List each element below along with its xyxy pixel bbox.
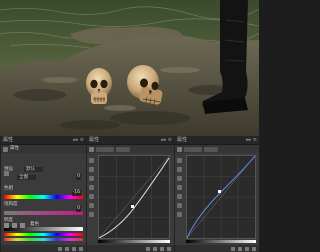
visibility-icon[interactable] xyxy=(238,246,242,251)
hue-value[interactable]: 0 xyxy=(76,174,81,180)
clipping-warning-icon[interactable] xyxy=(89,212,94,217)
panel-footer xyxy=(1,245,86,252)
reset-icon[interactable] xyxy=(72,246,76,251)
smooth-icon[interactable] xyxy=(177,176,182,181)
eyedropper-icon[interactable] xyxy=(177,185,182,190)
trash-icon[interactable] xyxy=(167,246,171,251)
panel-toolbar xyxy=(175,145,259,153)
channel-select[interactable] xyxy=(204,146,218,152)
adjustment-name: 属性 xyxy=(10,146,19,151)
input-gradient xyxy=(98,240,170,243)
eyedropper-icon[interactable] xyxy=(177,203,182,208)
trash-icon[interactable] xyxy=(79,246,83,251)
curve-graph[interactable] xyxy=(186,155,256,239)
eyedropper-icon[interactable] xyxy=(89,194,94,199)
eyedropper-row: 着色 xyxy=(4,222,83,228)
curves-panel-1: 属性 ▸▸ ≡ xyxy=(86,136,174,252)
input-gradient xyxy=(186,240,256,243)
curve-tools xyxy=(89,158,95,217)
eyedropper-icon[interactable] xyxy=(177,194,182,199)
trash-icon[interactable] xyxy=(252,246,256,251)
clip-icon[interactable] xyxy=(231,246,235,251)
panel-footer xyxy=(175,245,259,252)
point-edit-icon[interactable] xyxy=(89,158,94,163)
color-bar-source xyxy=(4,233,83,236)
clip-icon[interactable] xyxy=(146,246,150,251)
curves-icon xyxy=(177,146,182,152)
preset-select[interactable] xyxy=(184,146,202,152)
panel-title: 属性 xyxy=(177,136,188,143)
curve-point xyxy=(131,205,134,208)
curve-point xyxy=(218,190,221,193)
clip-icon[interactable] xyxy=(58,246,62,251)
color-bars xyxy=(4,233,83,241)
panel-header[interactable]: 属性 ▸▸ ≡ xyxy=(1,136,86,145)
point-edit-icon[interactable] xyxy=(177,158,182,163)
curve-graph[interactable] xyxy=(98,155,170,239)
clipping-warning-icon[interactable] xyxy=(177,212,182,217)
color-bar-result xyxy=(4,238,83,241)
pencil-icon[interactable] xyxy=(177,167,182,172)
panel-title: 属性 xyxy=(89,136,100,143)
panel-toolbar xyxy=(87,145,174,153)
smooth-icon[interactable] xyxy=(89,176,94,181)
visibility-icon[interactable] xyxy=(153,246,157,251)
hue-saturation-panel: 属性 ▸▸ ≡ 属性 预设 默认 全图 色相 0 饱和度 -16 明度 0 着色 xyxy=(0,136,86,252)
visibility-icon[interactable] xyxy=(65,246,69,251)
panel-title: 属性 xyxy=(3,136,14,143)
colorize-label[interactable]: 着色 xyxy=(30,222,39,228)
panel-menu-icon[interactable]: ▸▸ ≡ xyxy=(73,136,84,145)
curve-svg xyxy=(98,155,170,239)
canvas-photo xyxy=(0,0,259,136)
channel-select[interactable] xyxy=(116,146,130,152)
panel-toolbar: 属性 xyxy=(1,145,86,153)
pencil-icon[interactable] xyxy=(89,167,94,172)
panel-header[interactable]: 属性 ▸▸ ≡ xyxy=(87,136,174,145)
panel-menu-icon[interactable]: ▸▸ ≡ xyxy=(161,136,172,145)
curve-svg xyxy=(186,155,256,239)
panel-header[interactable]: 属性 ▸▸ ≡ xyxy=(175,136,259,145)
saturation-value[interactable]: -16 xyxy=(71,190,81,196)
eyedropper-plus-icon[interactable] xyxy=(12,222,17,228)
eyedropper-icon[interactable] xyxy=(89,203,94,208)
panel-footer xyxy=(87,245,174,252)
eyedropper-minus-icon[interactable] xyxy=(20,222,25,228)
preset-select[interactable] xyxy=(96,146,114,152)
photo-scene xyxy=(0,0,259,136)
hue-saturation-icon xyxy=(3,146,8,152)
reset-icon[interactable] xyxy=(245,246,249,251)
panel-menu-icon[interactable]: ▸▸ ≡ xyxy=(246,136,257,145)
curves-icon xyxy=(89,146,94,152)
eyedropper-icon[interactable] xyxy=(4,222,9,228)
eyedropper-icon[interactable] xyxy=(89,185,94,190)
lightness-value[interactable]: 0 xyxy=(76,206,81,212)
adjustment-panels: 属性 ▸▸ ≡ 属性 预设 默认 全图 色相 0 饱和度 -16 明度 0 着色… xyxy=(0,136,259,252)
curves-panel-2: 属性 ▸▸ ≡ xyxy=(174,136,259,252)
curve-tools xyxy=(177,158,183,217)
reset-icon[interactable] xyxy=(160,246,164,251)
